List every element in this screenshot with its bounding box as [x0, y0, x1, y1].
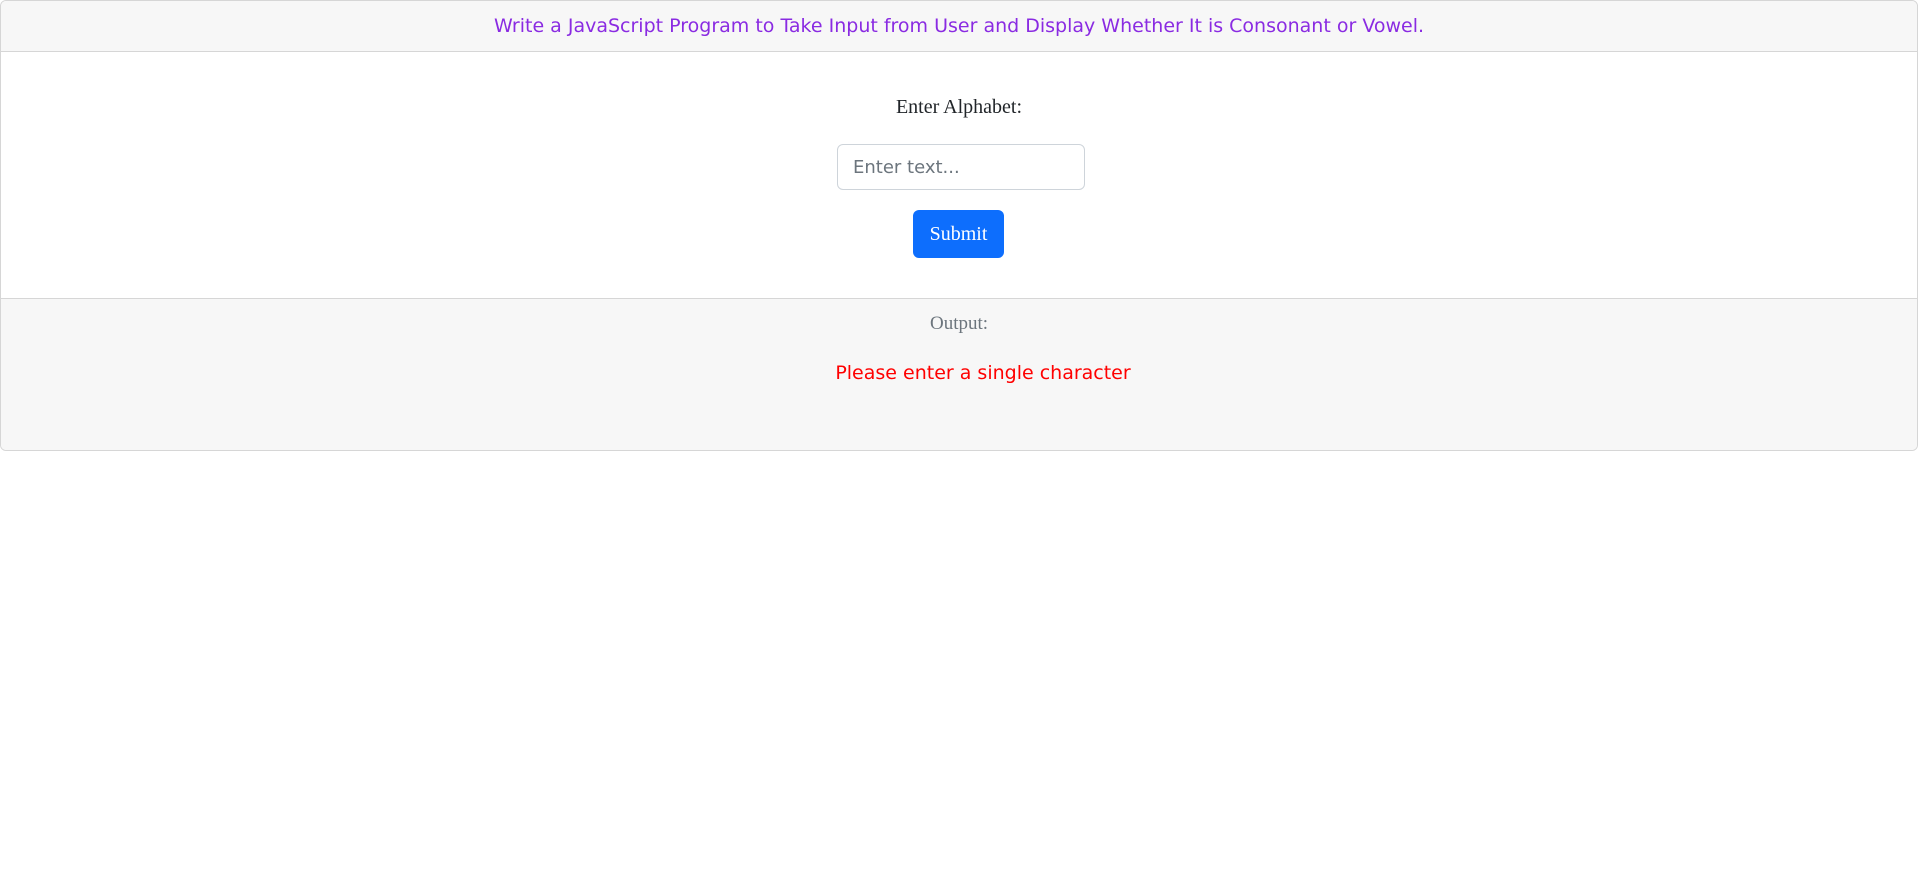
page-title: Write a JavaScript Program to Take Input… [493, 15, 1425, 37]
card-header: Write a JavaScript Program to Take Input… [1, 1, 1917, 52]
main-card: Write a JavaScript Program to Take Input… [0, 0, 1918, 451]
alphabet-label: Enter Alphabet: [895, 96, 1023, 118]
card-footer: Output: Please enter a single character [1, 298, 1917, 450]
submit-button[interactable]: Submit [913, 210, 1004, 258]
card-body: Enter Alphabet: Submit [1, 52, 1917, 298]
output-message: Please enter a single character [835, 362, 1131, 384]
output-label: Output: [929, 313, 989, 334]
alphabet-input[interactable] [837, 144, 1085, 190]
